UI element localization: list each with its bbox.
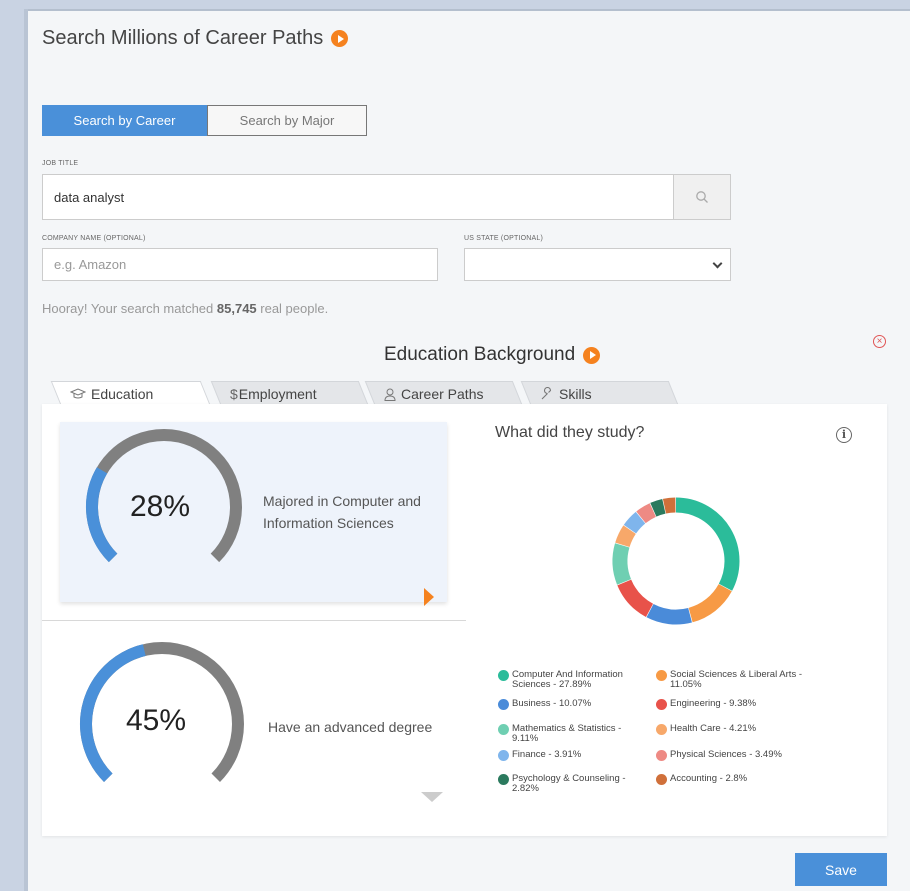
tab-education-label: Education [91, 386, 154, 402]
info-icon[interactable]: i [836, 427, 852, 443]
stat-desc-major: Majored in Computer and Information Scie… [263, 493, 421, 531]
result-prefix: Hooray! Your search matched [42, 301, 217, 316]
career-search-panel: Search Millions of Career Paths Search b… [28, 9, 910, 891]
legend-item[interactable]: Accounting - 2.8% [656, 774, 816, 785]
legend-label: Health Care - 4.21% [670, 723, 757, 734]
graduation-cap-icon [70, 388, 86, 399]
legend-label: Accounting - 2.8% [670, 773, 748, 784]
state-label: US STATE (OPTIONAL) [464, 235, 543, 242]
section-title: Education Background [384, 344, 601, 366]
legend-item[interactable]: Psychology & Counseling - 2.82% [498, 774, 648, 794]
donut-slice[interactable] [650, 499, 666, 517]
play-icon[interactable] [331, 30, 349, 47]
job-title-label: JOB TITLE [42, 160, 79, 167]
chevron-down-icon[interactable] [421, 792, 443, 802]
donut-slice[interactable] [615, 525, 636, 548]
legend-item[interactable]: Health Care - 4.21% [656, 724, 816, 735]
legend-dot [498, 699, 509, 710]
legend-item[interactable]: Engineering - 9.38% [656, 699, 816, 710]
study-donut-chart [612, 497, 740, 625]
stat-desc-degree: Have an advanced degree [268, 719, 433, 735]
section-title-text: Education Background [384, 344, 576, 365]
divider [42, 620, 466, 621]
dollar-icon: $ [230, 386, 238, 402]
legend-label: Business - 10.07% [512, 698, 592, 709]
legend-item[interactable]: Social Sciences & Liberal Arts - 11.05% [656, 670, 816, 690]
legend-dot [498, 724, 509, 735]
search-button[interactable] [673, 174, 731, 220]
search-mode-toggle: Search by Career Search by Major [42, 105, 367, 136]
legend-dot [656, 699, 667, 710]
tab-employment-label: Employment [238, 386, 317, 402]
donut-slice[interactable] [675, 497, 740, 591]
legend-label: Finance - 3.91% [512, 749, 582, 760]
legend-dot [656, 670, 667, 681]
legend-dot [498, 670, 509, 681]
result-suffix: real people. [256, 301, 329, 316]
donut-slice[interactable] [688, 583, 732, 623]
legend-dot [656, 750, 667, 761]
donut-slice[interactable] [623, 511, 646, 534]
legend-label: Mathematics & Statistics - 9.11% [512, 723, 622, 744]
company-label: COMPANY NAME (OPTIONAL) [42, 235, 146, 242]
play-icon[interactable] [583, 346, 601, 364]
legend-dot [498, 750, 509, 761]
study-title: What did they study? [495, 424, 645, 441]
legend-label: Psychology & Counseling - 2.82% [512, 773, 626, 794]
state-select[interactable] [464, 248, 731, 281]
donut-slice[interactable] [617, 579, 654, 617]
stat-card-major[interactable]: 28% Majored in Computer and Information … [60, 422, 447, 606]
legend-label: Engineering - 9.38% [670, 698, 757, 709]
search-by-major-button[interactable]: Search by Major [207, 105, 367, 136]
company-input[interactable]: e.g. Amazon [42, 248, 438, 281]
tab-skills-label: Skills [559, 386, 592, 402]
search-icon [696, 191, 708, 203]
legend-label: Physical Sciences - 3.49% [670, 749, 782, 760]
wrench-icon [541, 387, 552, 400]
legend-item[interactable]: Computer And Information Sciences - 27.8… [498, 670, 648, 690]
tab-career-paths-label: Career Paths [401, 386, 484, 402]
legend-dot [656, 724, 667, 735]
page-title: Search Millions of Career Paths [42, 27, 349, 50]
donut-slice[interactable] [612, 543, 632, 585]
legend-dot [498, 774, 509, 785]
donut-slice[interactable] [646, 603, 692, 625]
job-title-input[interactable]: data analyst [42, 174, 674, 220]
legend-dot [656, 774, 667, 785]
legend-item[interactable]: Mathematics & Statistics - 9.11% [498, 724, 648, 744]
result-count: 85,745 [216, 301, 257, 316]
legend-label: Computer And Information Sciences - 27.8… [512, 669, 623, 690]
close-icon[interactable]: × [873, 335, 886, 348]
legend-label: Social Sciences & Liberal Arts - 11.05% [670, 669, 803, 690]
person-icon [384, 388, 396, 401]
legend-item[interactable]: Business - 10.07% [498, 699, 648, 710]
result-message: Hooray! Your search matched 85,745 real … [42, 301, 328, 316]
search-by-career-button[interactable]: Search by Career [42, 105, 207, 136]
donut-slice[interactable] [636, 503, 657, 524]
stat-percent-major: 28% [130, 490, 191, 523]
legend-item[interactable]: Finance - 3.91% [498, 750, 648, 761]
save-button[interactable]: Save [795, 853, 887, 886]
page-title-text: Search Millions of Career Paths [42, 27, 324, 49]
legend-item[interactable]: Physical Sciences - 3.49% [656, 750, 816, 761]
chevron-down-icon [712, 258, 723, 269]
education-content-card: 28% Majored in Computer and Information … [42, 404, 887, 836]
donut-slice[interactable] [662, 497, 676, 514]
stat-percent-degree: 45% [126, 704, 187, 737]
expand-arrow-icon[interactable] [424, 588, 434, 606]
